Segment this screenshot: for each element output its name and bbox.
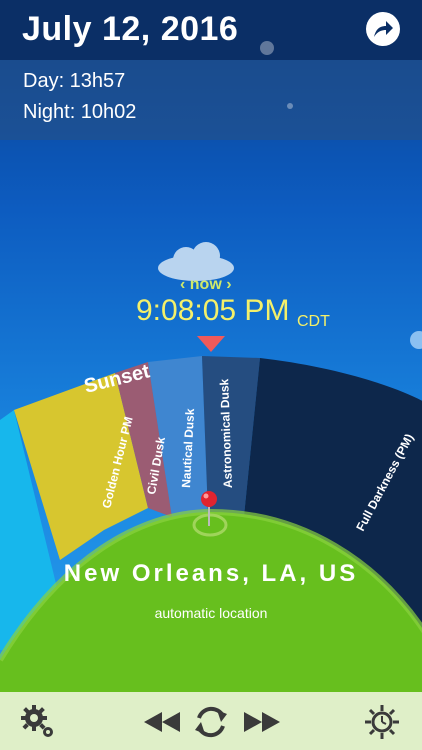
- location-name[interactable]: New Orleans, LA, US: [0, 560, 422, 588]
- fast-forward-button[interactable]: [242, 702, 282, 742]
- sun-icon: [365, 705, 399, 739]
- refresh-icon: [195, 706, 227, 738]
- location-subtitle: automatic location: [154, 605, 268, 621]
- gear-icon: [21, 705, 53, 737]
- refresh-button[interactable]: [191, 702, 231, 742]
- twilight-dial[interactable]: Sunset Golden Hour PM Civil Dusk Nautica…: [0, 0, 422, 750]
- sun-settings-button[interactable]: [362, 702, 402, 742]
- rewind-icon: [144, 712, 180, 732]
- bottom-toolbar: [0, 692, 422, 750]
- location-pin-icon[interactable]: [201, 491, 217, 507]
- rewind-button[interactable]: [142, 702, 182, 742]
- settings-button[interactable]: [18, 702, 58, 742]
- location-block: New Orleans, LA, US: [0, 560, 422, 588]
- fast-forward-icon: [244, 712, 280, 732]
